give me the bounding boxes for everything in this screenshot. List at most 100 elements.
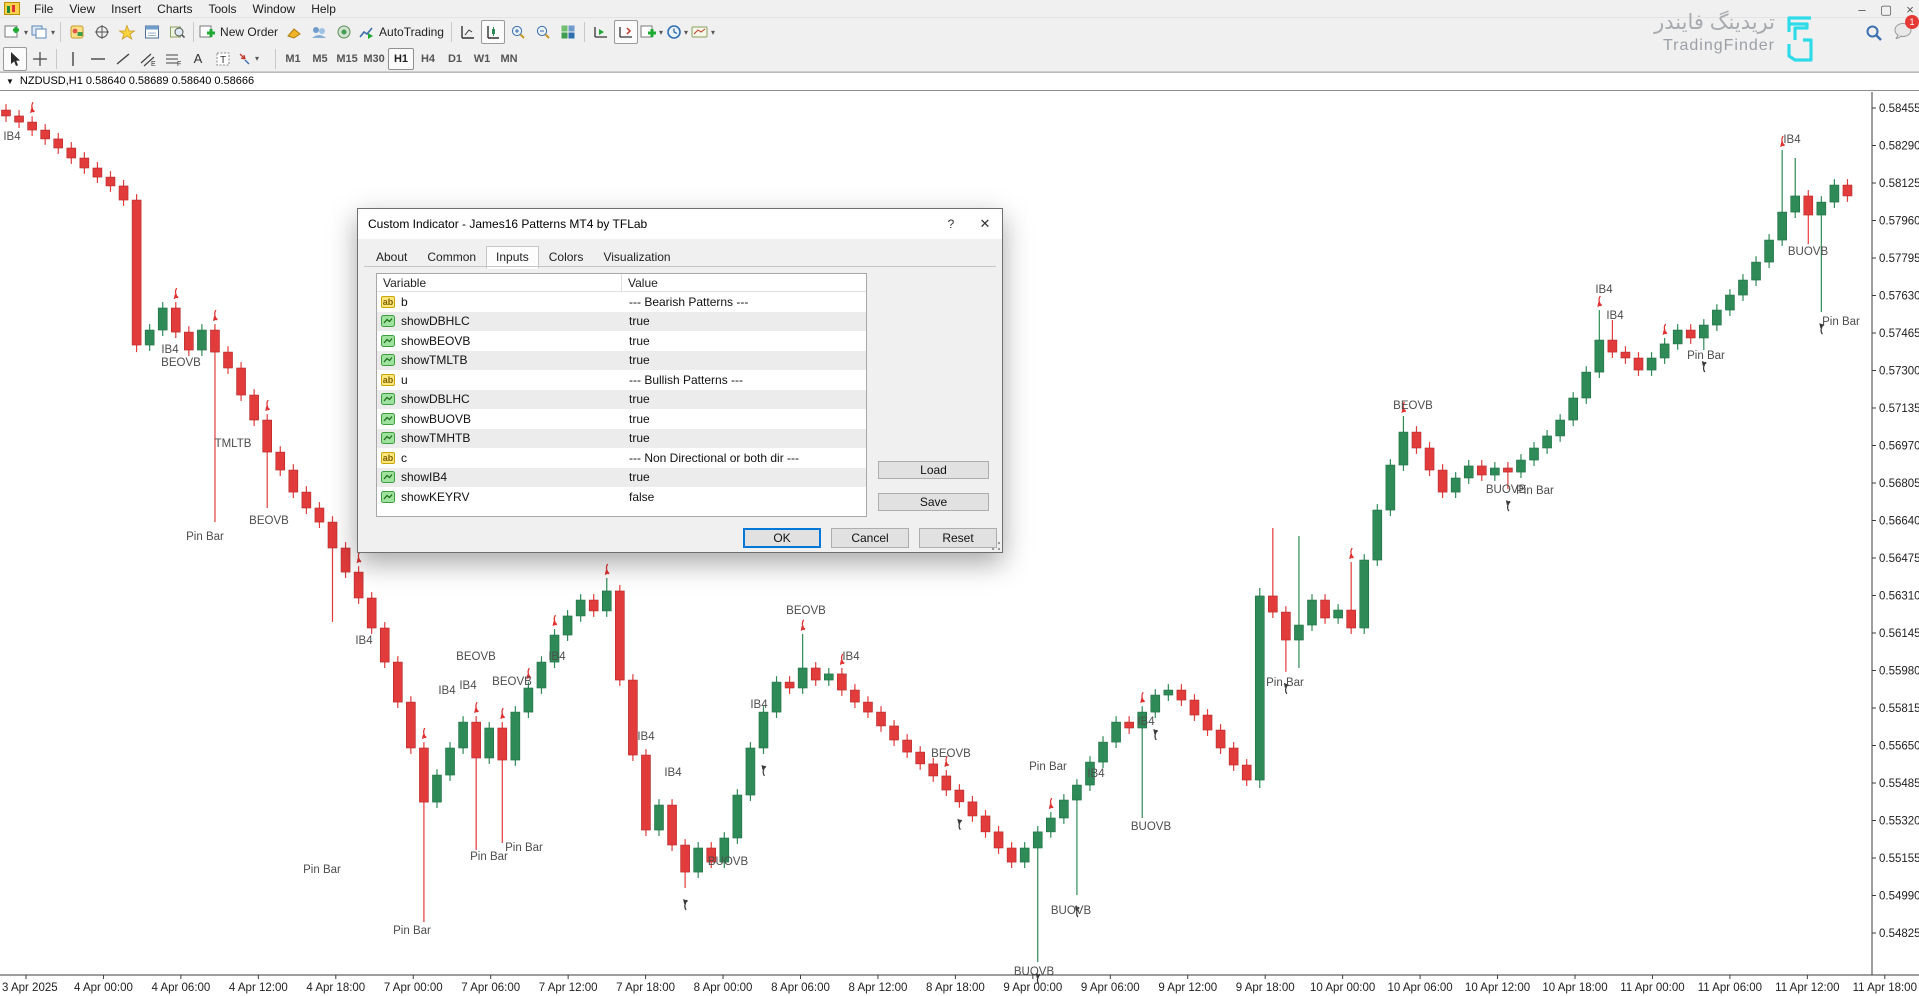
mt4-window: FileViewInsertChartsToolsWindowHelp ▾ ▾ … bbox=[0, 0, 1919, 996]
price-axis-label: 0.57300 bbox=[1879, 366, 1919, 378]
price-axis-label: 0.55815 bbox=[1879, 703, 1919, 715]
pattern-label-beovb: BEOVB bbox=[161, 357, 201, 369]
dialog-help-button[interactable]: ? bbox=[934, 217, 968, 231]
candle-body bbox=[655, 805, 664, 830]
candle-body bbox=[276, 452, 285, 470]
parameter-name: showDBLHC bbox=[401, 392, 470, 406]
parameter-value[interactable]: --- Non Directional or both dir --- bbox=[622, 451, 866, 465]
dialog-close-button[interactable]: ✕ bbox=[968, 216, 1002, 232]
bool-parameter-icon bbox=[381, 315, 395, 327]
candle-body bbox=[1830, 185, 1839, 202]
candle-body bbox=[145, 330, 154, 345]
input-row-showIB4[interactable]: showIB4true bbox=[377, 468, 866, 488]
candle-body bbox=[1686, 330, 1695, 338]
price-axis-label: 0.56310 bbox=[1879, 591, 1919, 603]
time-axis-label: 10 Apr 18:00 bbox=[1542, 982, 1607, 994]
pattern-label-beovb: BEOVB bbox=[456, 651, 496, 663]
candle-body bbox=[1425, 448, 1434, 470]
price-axis-label: 0.55980 bbox=[1879, 666, 1919, 678]
parameter-value[interactable]: true bbox=[622, 314, 866, 328]
input-row-showBEOVB[interactable]: showBEOVBtrue bbox=[377, 331, 866, 351]
input-row-c[interactable]: abc--- Non Directional or both dir --- bbox=[377, 448, 866, 468]
price-axis-label: 0.57630 bbox=[1879, 291, 1919, 303]
parameter-value[interactable]: true bbox=[622, 334, 866, 348]
parameter-value[interactable]: true bbox=[622, 353, 866, 367]
time-axis-label: 10 Apr 12:00 bbox=[1465, 982, 1530, 994]
candle-body bbox=[1503, 468, 1512, 472]
candle-body bbox=[263, 420, 272, 452]
candle-body bbox=[93, 168, 102, 177]
watermark-persian-text: تریدینگ فایندر bbox=[1654, 10, 1775, 35]
pattern-label-pin-bar: Pin Bar bbox=[186, 531, 224, 543]
input-row-showKEYRV[interactable]: showKEYRVfalse bbox=[377, 487, 866, 507]
ok-button[interactable]: OK bbox=[743, 528, 821, 548]
candle-body bbox=[328, 522, 337, 548]
input-row-b[interactable]: abb--- Bearish Patterns --- bbox=[377, 292, 866, 312]
bool-parameter-icon bbox=[381, 393, 395, 405]
pattern-label-pin-bar: Pin Bar bbox=[505, 842, 543, 854]
string-parameter-icon: ab bbox=[381, 452, 395, 464]
pattern-label-ib4: IB4 bbox=[459, 680, 476, 692]
input-row-showDBLHC[interactable]: showDBLHC true bbox=[377, 390, 866, 410]
pattern-label-beovb: BEOVB bbox=[492, 676, 532, 688]
candle-body bbox=[994, 832, 1003, 848]
parameter-value[interactable]: true bbox=[622, 392, 866, 406]
candle-body bbox=[472, 722, 481, 758]
candle-body bbox=[224, 352, 233, 368]
time-axis-label: 9 Apr 06:00 bbox=[1081, 982, 1140, 994]
save-button[interactable]: Save bbox=[878, 493, 989, 511]
pattern-label-pin-bar: Pin Bar bbox=[393, 925, 431, 937]
candle-body bbox=[432, 775, 441, 802]
resize-grip[interactable] bbox=[992, 542, 1000, 550]
time-axis-label: 8 Apr 00:00 bbox=[694, 982, 753, 994]
parameter-value[interactable]: --- Bearish Patterns --- bbox=[622, 295, 866, 309]
input-row-showTMHTB[interactable]: showTMHTBtrue bbox=[377, 429, 866, 449]
candle-body bbox=[1725, 295, 1734, 310]
input-row-showBUOVB[interactable]: showBUOVBtrue bbox=[377, 409, 866, 429]
parameter-value[interactable]: --- Bullish Patterns --- bbox=[622, 373, 866, 387]
search-icon[interactable] bbox=[1865, 24, 1883, 42]
candle-body bbox=[1569, 398, 1578, 420]
candle-body bbox=[681, 845, 690, 872]
price-axis-label: 0.56145 bbox=[1879, 628, 1919, 640]
candle-body bbox=[158, 308, 167, 330]
candle-body bbox=[1673, 330, 1682, 344]
dialog-title-bar[interactable]: Custom Indicator - James16 Patterns MT4 … bbox=[358, 209, 1002, 239]
tradingfinder-logo-icon bbox=[1781, 14, 1823, 62]
restore-button[interactable]: ▢ bbox=[1879, 2, 1893, 18]
candle-body bbox=[1046, 818, 1055, 832]
candle-body bbox=[132, 200, 141, 345]
candle-body bbox=[968, 802, 977, 816]
candle-body bbox=[1255, 596, 1264, 780]
candle-body bbox=[1621, 352, 1630, 358]
parameter-name: u bbox=[401, 373, 408, 387]
corner-icons: 1 bbox=[1865, 22, 1913, 44]
candle-body bbox=[80, 158, 89, 168]
parameter-value[interactable]: true bbox=[622, 470, 866, 484]
input-row-showDBHLC[interactable]: showDBHLCtrue bbox=[377, 312, 866, 332]
candle-body bbox=[811, 668, 820, 680]
load-button[interactable]: Load bbox=[878, 461, 989, 479]
bool-parameter-icon bbox=[381, 335, 395, 347]
time-axis-label: 4 Apr 00:00 bbox=[74, 982, 133, 994]
price-axis-label: 0.55650 bbox=[1879, 741, 1919, 753]
cancel-button[interactable]: Cancel bbox=[831, 528, 909, 548]
parameter-value[interactable]: false bbox=[622, 490, 866, 504]
parameter-value[interactable]: true bbox=[622, 431, 866, 445]
price-axis-label: 0.55320 bbox=[1879, 816, 1919, 828]
column-header-variable: Variable bbox=[377, 274, 622, 291]
minimize-button[interactable]: – bbox=[1855, 2, 1869, 18]
input-row-showTMLTB[interactable]: showTMLTBtrue bbox=[377, 351, 866, 371]
candle-body bbox=[1530, 448, 1539, 460]
pattern-label-ib4: IB4 bbox=[1137, 716, 1154, 728]
candle-body bbox=[1712, 310, 1721, 325]
reset-button[interactable]: Reset bbox=[919, 528, 997, 548]
candle-body bbox=[1203, 715, 1212, 730]
candle-body bbox=[367, 598, 376, 628]
input-row-u[interactable]: abu--- Bullish Patterns --- bbox=[377, 370, 866, 390]
time-axis-label: 8 Apr 18:00 bbox=[926, 982, 985, 994]
candle-body bbox=[446, 748, 455, 775]
parameter-value[interactable]: true bbox=[622, 412, 866, 426]
chat-button[interactable]: 1 bbox=[1893, 22, 1913, 44]
candle-body bbox=[1190, 700, 1199, 715]
